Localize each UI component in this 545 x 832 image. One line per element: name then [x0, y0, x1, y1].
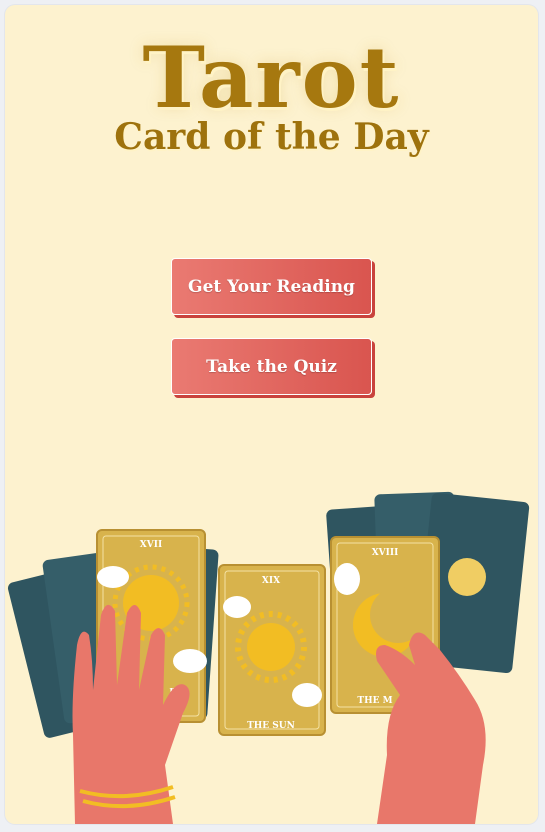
card-name-center: THE SUN [247, 721, 295, 731]
card-numeral-center: XIX [262, 576, 280, 586]
card-numeral-right: XVIII [372, 548, 399, 558]
card-the-sun: XIX THE SUN [218, 564, 326, 736]
take-quiz-button[interactable]: Take the Quiz [171, 338, 372, 395]
title-logo: Tarot Card of the Day [5, 28, 538, 158]
page-subtitle: Card of the Day [114, 116, 429, 158]
app-frame: Tarot Card of the Day Get Your Reading T… [5, 5, 538, 824]
sun-icon [247, 623, 295, 671]
get-reading-button[interactable]: Get Your Reading [171, 258, 372, 315]
card-numeral-left: XVII [140, 540, 162, 550]
page-title: Tarot [142, 28, 401, 127]
moon-icon [448, 558, 486, 596]
tarot-hands-illustration: XVII R XIX THE SUN XVIII THE M [7, 491, 530, 824]
card-name-right: THE M [357, 696, 392, 706]
